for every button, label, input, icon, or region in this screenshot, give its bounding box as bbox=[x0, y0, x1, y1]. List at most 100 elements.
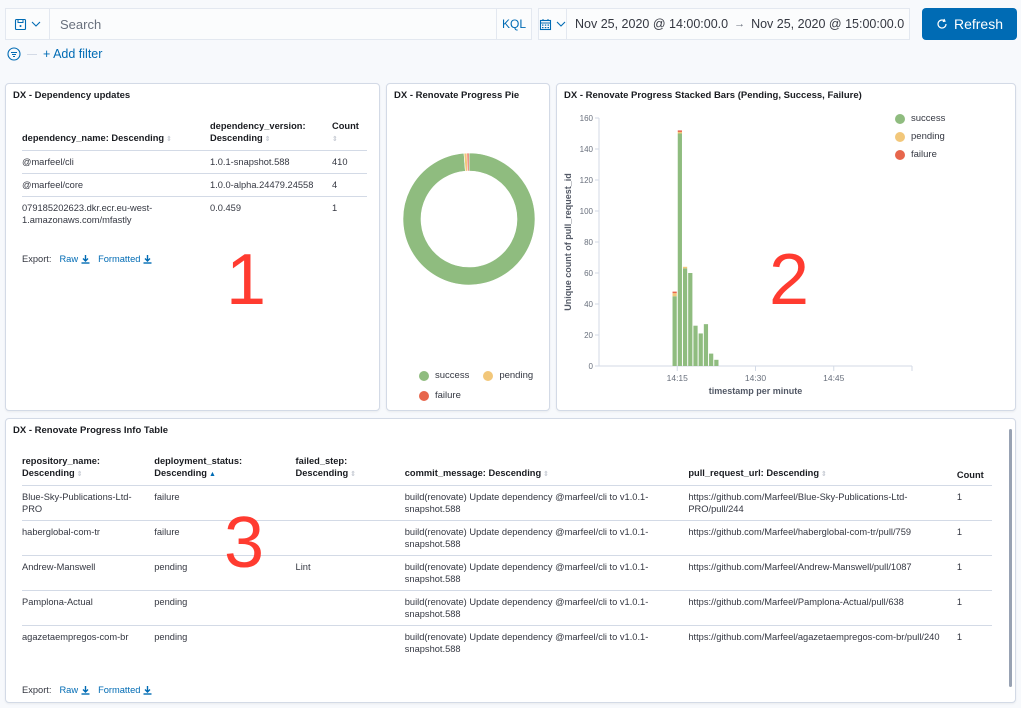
download-icon bbox=[143, 685, 152, 695]
cell-count: 1 bbox=[956, 632, 963, 642]
cell-count: 1 bbox=[956, 520, 992, 556]
cell-count: 1 bbox=[332, 203, 338, 213]
table-row: 079185202623.dkr.ecr.eu-west-1.amazonaws… bbox=[22, 197, 367, 232]
cell-version: 1.0.1-snapshot.588 bbox=[210, 150, 332, 174]
legend-item-pending[interactable]: pending bbox=[895, 131, 945, 142]
legend-item-failure[interactable]: failure bbox=[419, 390, 533, 401]
cell-step bbox=[296, 626, 405, 661]
renovate-progress-info-table-panel: DX - Renovate Progress Info Table reposi… bbox=[5, 418, 1016, 703]
column-header[interactable]: deployment_status: Descending ▲ bbox=[154, 455, 296, 486]
start-date-button[interactable]: Nov 25, 2020 @ 14:00:00.0 bbox=[575, 17, 728, 31]
cell-count: 1 bbox=[956, 485, 992, 521]
column-header[interactable]: repository_name: Descending ⇕ bbox=[22, 455, 155, 486]
export-raw-link[interactable]: Raw bbox=[59, 685, 90, 695]
sort-icon[interactable]: ⇕ bbox=[543, 471, 549, 478]
export-bar: Export: Raw Formatted bbox=[22, 254, 152, 264]
bar-success-14:18[interactable] bbox=[693, 325, 698, 366]
column-header[interactable]: pull_request_url: Descending ⇕ bbox=[688, 455, 957, 486]
refresh-icon bbox=[937, 18, 947, 29]
sort-icon[interactable]: ⇕ bbox=[821, 471, 827, 478]
export-label: Export: bbox=[22, 254, 52, 264]
cell-version: 0.0.459 bbox=[210, 203, 242, 213]
refresh-label: Refresh bbox=[953, 16, 1004, 32]
bar-success-14:20[interactable] bbox=[703, 324, 709, 366]
bar-failure-14:14[interactable] bbox=[672, 291, 677, 294]
download-icon bbox=[81, 685, 90, 695]
legend-item-success[interactable]: success bbox=[895, 113, 945, 124]
end-date-button[interactable]: Nov 25, 2020 @ 15:00:00.0 bbox=[751, 17, 904, 31]
legend-dot bbox=[419, 390, 429, 401]
bar-pending-14:15[interactable] bbox=[677, 131, 682, 134]
bar-success-14:22[interactable] bbox=[714, 359, 719, 366]
bar-success-14:17[interactable] bbox=[688, 273, 693, 366]
scrollbar[interactable] bbox=[1009, 429, 1012, 687]
legend-item-failure[interactable]: failure bbox=[895, 149, 945, 160]
bar-pending-14:14[interactable] bbox=[672, 293, 677, 297]
chevron-down-icon bbox=[31, 21, 41, 27]
bar-success-14:19[interactable] bbox=[698, 333, 703, 366]
column-header-dependency-name[interactable]: dependency_name: Descending ⇕ bbox=[22, 120, 210, 151]
search-input[interactable] bbox=[50, 9, 496, 39]
pie-slice-success[interactable] bbox=[402, 152, 536, 286]
bar-pending-14:16[interactable] bbox=[682, 266, 688, 269]
export-formatted-link[interactable]: Formatted bbox=[98, 254, 152, 264]
panel-title: DX - Renovate Progress Stacked Bars (Pen… bbox=[564, 90, 862, 101]
cell-url: https://github.com/Marfeel/Andrew-Manswe… bbox=[688, 555, 957, 591]
column-header[interactable]: Count bbox=[956, 455, 992, 486]
legend-item-success[interactable]: success bbox=[419, 370, 469, 381]
cell-count: 4 bbox=[332, 173, 367, 197]
annotation-number: 3 bbox=[224, 503, 265, 583]
sort-icon[interactable]: ⇕ bbox=[166, 136, 172, 143]
cell-commit: build(renovate) Update dependency @marfe… bbox=[404, 632, 649, 654]
dependency-updates-panel: DX - Dependency updates dependency_name:… bbox=[5, 83, 380, 411]
add-filter-button[interactable]: + Add filter bbox=[43, 47, 102, 61]
filter-bar: + Add filter bbox=[7, 47, 102, 61]
cell-name: 079185202623.dkr.ecr.eu-west-1.amazonaws… bbox=[22, 203, 153, 225]
saved-query-menu-button[interactable] bbox=[6, 9, 50, 39]
sort-icon[interactable]: ⇕ bbox=[332, 136, 338, 143]
sort-icon[interactable]: ▲ bbox=[209, 471, 216, 478]
quick-date-menu-button[interactable] bbox=[539, 9, 567, 39]
bar-success-14:21[interactable] bbox=[709, 353, 714, 366]
annotation-number: 2 bbox=[769, 240, 810, 320]
column-header-dependency-version[interactable]: dependency_version: Descending ⇕ bbox=[210, 120, 332, 151]
column-header-count[interactable]: Count ⇕ bbox=[332, 120, 367, 151]
bar-success-14:15[interactable] bbox=[677, 133, 682, 367]
cell-repo: Pamplona-Actual bbox=[22, 590, 155, 626]
y-tick-label: 0 bbox=[589, 362, 594, 371]
pie-slice-failure[interactable] bbox=[466, 152, 470, 172]
panel-title: DX - Dependency updates bbox=[13, 90, 131, 101]
chevron-down-icon bbox=[556, 21, 566, 27]
table-row: agazetaempregos-com-br pending build(renov… bbox=[22, 626, 992, 661]
query-language-toggle[interactable]: KQL bbox=[496, 9, 531, 39]
date-picker: Nov 25, 2020 @ 14:00:00.0 → Nov 25, 2020… bbox=[538, 8, 910, 40]
filter-menu-icon[interactable] bbox=[7, 47, 21, 61]
y-axis-title: Unique count of pull_request_id bbox=[563, 173, 573, 311]
cell-status: pending bbox=[154, 632, 188, 642]
sort-icon[interactable]: ⇕ bbox=[350, 471, 356, 478]
legend-item-pending[interactable]: pending bbox=[483, 370, 533, 381]
bar-success-14:14[interactable] bbox=[672, 296, 677, 366]
bar-failure-14:15[interactable] bbox=[677, 130, 682, 132]
cell-name: @marfeel/core bbox=[22, 173, 210, 197]
table-row: Andrew-Manswell pending Lint build(renovate… bbox=[22, 555, 992, 591]
donut-chart bbox=[402, 152, 536, 286]
cell-step bbox=[295, 520, 405, 556]
cell-url: https://github.com/Marfeel/Pamplona-Actu… bbox=[688, 590, 957, 626]
sort-icon[interactable]: ⇕ bbox=[265, 136, 271, 143]
column-header[interactable]: commit_message: Descending ⇕ bbox=[404, 455, 689, 486]
bar-success-14:16[interactable] bbox=[682, 268, 688, 366]
column-header[interactable]: failed_step: Descending ⇕ bbox=[295, 455, 405, 486]
cell-count: 1 bbox=[956, 590, 992, 626]
bar-legend: success pending failure bbox=[895, 113, 945, 160]
cell-step bbox=[295, 485, 405, 521]
refresh-button[interactable]: Refresh bbox=[922, 8, 1017, 40]
export-formatted-link[interactable]: Formatted bbox=[98, 685, 152, 695]
renovate-progress-stacked-bars-panel: DX - Renovate Progress Stacked Bars (Pen… bbox=[556, 83, 1016, 411]
pie-legend: success pending failure bbox=[419, 370, 533, 401]
sort-icon[interactable]: ⇕ bbox=[77, 471, 83, 478]
export-label: Export: bbox=[22, 685, 52, 695]
cell-commit: build(renovate) Update dependency @marfe… bbox=[404, 520, 689, 556]
export-raw-link[interactable]: Raw bbox=[59, 254, 90, 264]
cell-status: pending bbox=[154, 590, 296, 626]
